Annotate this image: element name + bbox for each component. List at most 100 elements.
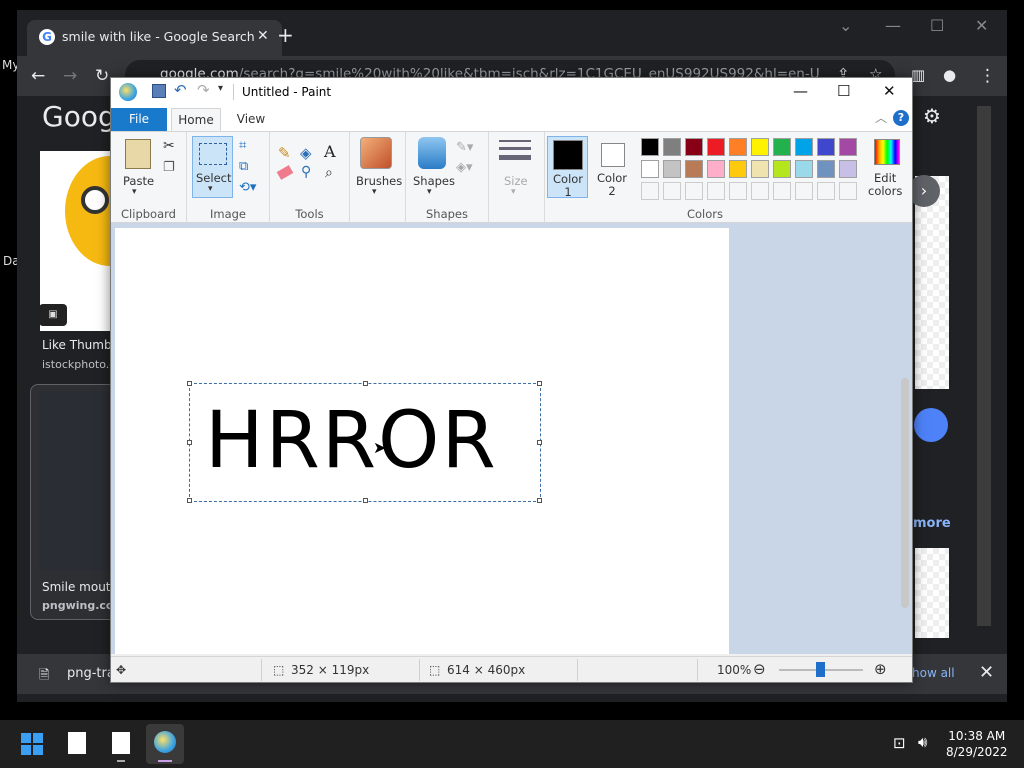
browser-tab[interactable]: G smile with like - Google Search ✕ — [27, 20, 282, 56]
back-icon[interactable]: ← — [31, 66, 45, 86]
size-button[interactable]: Size — [504, 174, 528, 188]
cut-icon[interactable]: ✂ — [163, 138, 175, 154]
fill-shape-icon[interactable]: ◈▾ — [456, 160, 473, 175]
palette-color-swatch[interactable] — [663, 182, 681, 200]
save-icon[interactable] — [152, 84, 166, 98]
drawing-canvas[interactable]: HRROR ➤ — [115, 228, 729, 654]
palette-color-swatch[interactable] — [751, 138, 769, 156]
size-line-icon[interactable] — [499, 140, 531, 142]
download-file-name[interactable]: png-tra — [67, 666, 115, 681]
palette-color-swatch[interactable] — [773, 160, 791, 178]
palette-color-swatch[interactable] — [641, 138, 659, 156]
paste-icon[interactable] — [125, 139, 151, 169]
palette-color-swatch[interactable] — [751, 160, 769, 178]
color2-button[interactable]: Color 2 — [592, 136, 632, 198]
palette-color-swatch[interactable] — [839, 182, 857, 200]
close-window-icon[interactable]: ✕ — [883, 82, 896, 100]
google-logo[interactable]: Goog — [42, 100, 116, 133]
minimize-icon[interactable]: — — [885, 16, 901, 35]
network-icon[interactable]: ⊡ — [893, 734, 906, 752]
reload-icon[interactable]: ↻ — [95, 66, 109, 86]
brushes-dropdown-icon[interactable]: ▾ — [372, 187, 377, 197]
customize-toolbar-icon[interactable]: ▾ — [218, 83, 223, 94]
size-dropdown-icon[interactable]: ▾ — [511, 187, 516, 197]
palette-color-swatch[interactable] — [707, 182, 725, 200]
color1-button[interactable]: Color 1 — [547, 136, 588, 199]
palette-color-swatch[interactable] — [817, 182, 835, 200]
palette-color-swatch[interactable] — [773, 138, 791, 156]
tab-view[interactable]: View — [231, 108, 271, 131]
copy-icon[interactable]: ❐ — [163, 160, 175, 175]
brushes-button[interactable]: Brushes — [356, 174, 402, 188]
edit-colors-button[interactable]: Edit colors — [867, 136, 907, 198]
settings-gear-icon[interactable]: ⚙ — [923, 104, 941, 128]
resize-icon[interactable]: ⧉ — [239, 159, 248, 174]
tab-home[interactable]: Home — [171, 108, 221, 131]
resize-handle[interactable] — [537, 381, 542, 386]
shapes-dropdown-icon[interactable]: ▾ — [427, 187, 432, 197]
size-line-icon[interactable] — [499, 155, 531, 160]
result-caption[interactable]: Smile mouth — [42, 580, 118, 594]
palette-color-swatch[interactable] — [641, 160, 659, 178]
eraser-icon[interactable] — [276, 165, 294, 180]
collapse-ribbon-icon[interactable]: ︿ — [875, 109, 887, 126]
image-result-thumbnail[interactable] — [915, 548, 949, 638]
palette-color-swatch[interactable] — [795, 138, 813, 156]
palette-color-swatch[interactable] — [729, 160, 747, 178]
size-line-icon[interactable] — [499, 147, 531, 150]
palette-color-swatch[interactable] — [685, 138, 703, 156]
shapes-button[interactable]: Shapes — [413, 174, 455, 188]
resize-handle[interactable] — [187, 440, 192, 445]
color-picker-icon[interactable]: ⚲ — [301, 164, 311, 180]
palette-color-swatch[interactable] — [751, 182, 769, 200]
result-caption[interactable]: Like Thumb — [42, 338, 112, 352]
fill-icon[interactable]: ◈ — [300, 144, 312, 162]
minimize-icon[interactable]: — — [793, 82, 808, 100]
clock[interactable]: 10:38 AM 8/29/2022 — [946, 728, 1008, 760]
rotate-icon[interactable]: ⟲▾ — [239, 180, 256, 195]
sidebar-icon[interactable]: ▥ — [911, 66, 925, 84]
select-button[interactable]: Select ▾ — [192, 136, 233, 198]
palette-color-swatch[interactable] — [663, 138, 681, 156]
close-download-bar-icon[interactable]: ✕ — [979, 662, 994, 683]
new-tab-button[interactable]: + — [277, 23, 294, 47]
more-link[interactable]: more — [913, 516, 951, 531]
palette-color-swatch[interactable] — [795, 182, 813, 200]
outline-icon[interactable]: ✎▾ — [456, 140, 473, 155]
file-icon[interactable] — [68, 732, 86, 754]
palette-color-swatch[interactable] — [817, 138, 835, 156]
redo-icon[interactable]: ↷ — [197, 81, 210, 99]
shapes-icon[interactable] — [418, 137, 446, 169]
resize-handle[interactable] — [187, 498, 192, 503]
magnifier-icon[interactable]: ⌕ — [325, 165, 333, 181]
palette-color-swatch[interactable] — [839, 160, 857, 178]
tab-search-icon[interactable]: ⌄ — [839, 16, 852, 35]
close-window-icon[interactable]: ✕ — [975, 16, 988, 35]
zoom-slider-thumb[interactable] — [816, 662, 825, 677]
palette-color-swatch[interactable] — [795, 160, 813, 178]
paste-dropdown-icon[interactable]: ▾ — [132, 187, 137, 197]
zoom-out-icon[interactable]: ⊖ — [753, 660, 766, 678]
palette-color-swatch[interactable] — [707, 138, 725, 156]
volume-icon[interactable]: 🔊︎ — [918, 733, 927, 751]
close-tab-icon[interactable]: ✕ — [257, 28, 269, 44]
file-icon[interactable] — [112, 732, 130, 754]
paint-app-icon[interactable] — [119, 83, 137, 101]
palette-color-swatch[interactable] — [685, 160, 703, 178]
crop-icon[interactable]: ⌗ — [239, 138, 246, 153]
profile-icon[interactable]: ● — [943, 66, 956, 84]
zoom-in-icon[interactable]: ⊕ — [874, 660, 887, 678]
selection-rectangle[interactable] — [187, 381, 542, 503]
menu-dots-icon[interactable]: ⋮ — [979, 66, 996, 86]
palette-color-swatch[interactable] — [729, 138, 747, 156]
resize-handle[interactable] — [363, 381, 368, 386]
tab-file[interactable]: File — [111, 108, 167, 131]
pencil-icon[interactable]: ✎ — [278, 144, 291, 162]
show-all-downloads[interactable]: how all — [912, 666, 955, 680]
canvas-scrollbar[interactable] — [901, 378, 909, 608]
palette-color-swatch[interactable] — [707, 160, 725, 178]
palette-color-swatch[interactable] — [839, 138, 857, 156]
resize-handle[interactable] — [363, 498, 368, 503]
image-result-thumbnail[interactable] — [915, 176, 949, 389]
palette-color-swatch[interactable] — [663, 160, 681, 178]
